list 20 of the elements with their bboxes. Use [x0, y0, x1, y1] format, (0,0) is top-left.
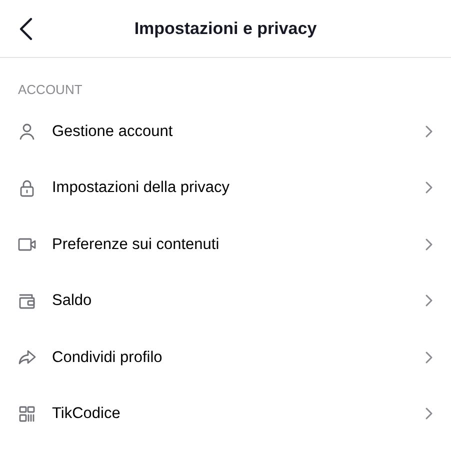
settings-item[interactable]: TikCodice	[0, 386, 451, 442]
wallet-icon	[18, 292, 36, 310]
settings-item[interactable]: Saldo	[0, 272, 451, 329]
chevron-icon	[425, 407, 433, 420]
chevron-icon	[425, 238, 433, 251]
page-title: Impostazioni e privacy	[134, 18, 317, 40]
settings-item[interactable]: Gestione account	[0, 103, 451, 160]
chevron-icon	[425, 181, 433, 194]
share-icon	[18, 348, 36, 366]
person-icon	[18, 122, 36, 140]
section-heading: ACCOUNT	[18, 82, 82, 97]
lock-icon	[18, 178, 36, 197]
settings-item[interactable]: Impostazioni della privacy	[0, 160, 451, 216]
settings-item[interactable]: Preferenze sui contenuti	[0, 216, 451, 272]
chevron-icon	[425, 124, 433, 138]
chevron-icon	[425, 350, 433, 364]
settings-item[interactable]: Condividi profilo	[0, 329, 451, 386]
back-icon[interactable]	[19, 17, 33, 41]
qr-icon	[18, 404, 36, 423]
chevron-icon	[425, 294, 433, 308]
